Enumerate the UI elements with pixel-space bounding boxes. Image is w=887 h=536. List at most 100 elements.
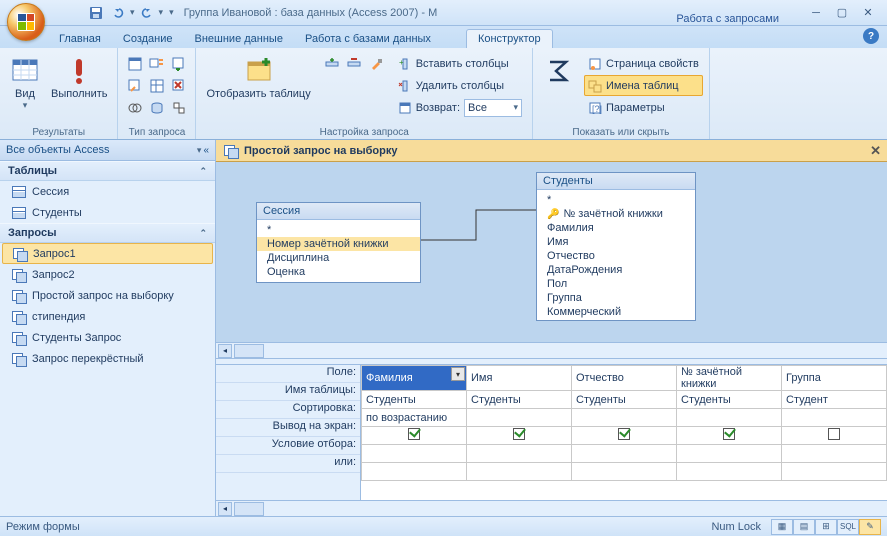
view-pivottable-button[interactable]: ▤ [793,519,815,535]
return-rows-control[interactable]: Возврат:Все▾ [394,97,526,118]
view-datasheet-button[interactable]: ▦ [771,519,793,535]
nav-item-table[interactable]: Сессия [0,181,215,202]
builder-icon[interactable] [366,53,387,74]
return-value-select[interactable]: Все▾ [464,99,522,117]
splitter[interactable] [216,358,887,365]
field-row[interactable]: Пол [537,277,695,291]
nav-category-queries[interactable]: Запросы⌃ [0,223,215,243]
grid-cell[interactable]: № зачётной книжки [677,366,782,391]
insert-rows-icon[interactable] [322,53,343,74]
delete-query-icon[interactable] [168,75,189,96]
document-close-button[interactable]: ✕ [870,143,881,159]
grid-cell[interactable] [782,463,887,481]
field-row[interactable]: Фамилия [537,221,695,235]
grid-cell[interactable]: Отчество [572,366,677,391]
tab-external[interactable]: Внешние данные [184,30,294,48]
field-row[interactable]: * [257,223,420,237]
nav-category-tables[interactable]: Таблицы⌃ [0,161,215,181]
field-list-students[interactable]: Студенты * 🔑№ зачётной книжки Фамилия Им… [536,172,696,321]
grid-cell[interactable]: Имя [467,366,572,391]
grid-cell[interactable]: Группа [782,366,887,391]
scroll-thumb[interactable] [234,502,264,516]
close-button[interactable]: ✕ [857,5,879,21]
nav-header[interactable]: Все объекты Access ▾« [0,140,215,161]
grid-cell[interactable] [782,409,887,427]
scroll-left-icon[interactable]: ◂ [218,502,232,516]
tab-create[interactable]: Создание [112,30,184,48]
grid-cell[interactable] [782,445,887,463]
append-query-icon[interactable] [168,53,189,74]
grid-cell[interactable]: Студенты [467,391,572,409]
grid-cell[interactable] [572,463,677,481]
tab-home[interactable]: Главная [48,30,112,48]
nav-item-query[interactable]: Запрос1 [2,243,213,264]
office-button[interactable] [7,3,45,41]
qat-undo-icon[interactable] [108,3,128,23]
field-row[interactable]: Группа [537,291,695,305]
union-query-icon[interactable] [124,97,145,118]
show-checkbox[interactable] [513,428,525,440]
update-query-icon[interactable] [124,75,145,96]
nav-item-table[interactable]: Студенты [0,202,215,223]
datadef-query-icon[interactable] [168,97,189,118]
nav-item-query[interactable]: Запрос2 [0,264,215,285]
nav-collapse-icon[interactable]: « [203,145,209,156]
parameters-button[interactable]: [?]Параметры [584,97,703,118]
crosstab-query-icon[interactable] [146,75,167,96]
field-row[interactable]: 🔑№ зачётной книжки [537,207,695,221]
insert-columns-button[interactable]: +Вставить столбцы [394,53,526,74]
grid-cell[interactable] [362,463,467,481]
field-row[interactable]: Оценка [257,265,420,279]
grid-cell[interactable] [572,427,677,445]
show-table-button[interactable]: Отобразить таблицу [202,53,314,103]
lower-hscroll[interactable]: ◂ [216,500,887,516]
show-checkbox[interactable] [618,428,630,440]
grid-cell[interactable]: Студенты [677,391,782,409]
field-row[interactable]: Дисциплина [257,251,420,265]
maketable-query-icon[interactable] [146,53,167,74]
grid-cell[interactable]: по возрастанию [362,409,467,427]
grid-cell[interactable] [467,445,572,463]
view-pivotchart-button[interactable]: ⊞ [815,519,837,535]
show-checkbox[interactable] [828,428,840,440]
nav-filter-chevron-icon[interactable]: ▾ [197,145,202,156]
tab-design[interactable]: Конструктор [466,29,553,48]
delete-columns-button[interactable]: Удалить столбцы [394,75,526,96]
qat-redo-icon[interactable] [137,3,157,23]
tab-dbtools[interactable]: Работа с базами данных [294,30,442,48]
redo-menu-chevron-icon[interactable]: ▾ [159,7,164,18]
maximize-button[interactable]: ▢ [831,5,853,21]
grid-cell[interactable] [782,427,887,445]
qat-customize-chevron-icon[interactable]: ▾ [169,7,174,18]
show-checkbox[interactable] [723,428,735,440]
field-row[interactable]: * [537,193,695,207]
query-design-surface[interactable]: Сессия * Номер зачётной книжки Дисциплин… [216,162,887,342]
view-design-button[interactable]: ✎ [859,519,881,535]
field-row[interactable]: Коммерческий [537,305,695,319]
dropdown-icon[interactable]: ▾ [451,367,465,381]
grid-cell[interactable] [677,427,782,445]
grid-cell[interactable]: Студенты [362,391,467,409]
help-button[interactable]: ? [863,28,879,44]
property-sheet-button[interactable]: Страница свойств [584,53,703,74]
view-sql-button[interactable]: SQL [837,519,859,535]
passthrough-query-icon[interactable] [146,97,167,118]
nav-item-query[interactable]: Запрос перекрёстный [0,348,215,369]
field-row[interactable]: Номер зачётной книжки [257,237,420,251]
scroll-left-icon[interactable]: ◂ [218,344,232,358]
nav-item-query[interactable]: стипендия [0,306,215,327]
grid-cell[interactable] [467,409,572,427]
table-names-button[interactable]: Имена таблиц [584,75,703,96]
relationship-line[interactable] [421,202,536,242]
field-row[interactable]: Отчество [537,249,695,263]
view-button[interactable]: Вид ▾ [6,53,44,114]
query-grid[interactable]: Фамилия▾ Имя Отчество № зачётной книжки … [361,365,887,500]
select-query-icon[interactable] [124,53,145,74]
grid-cell[interactable] [677,463,782,481]
nav-item-query[interactable]: Простой запрос на выборку [0,285,215,306]
delete-rows-icon[interactable] [344,53,365,74]
grid-cell-active[interactable]: Фамилия▾ [362,366,467,391]
grid-cell[interactable] [362,445,467,463]
grid-cell[interactable] [467,463,572,481]
grid-cell[interactable] [677,409,782,427]
